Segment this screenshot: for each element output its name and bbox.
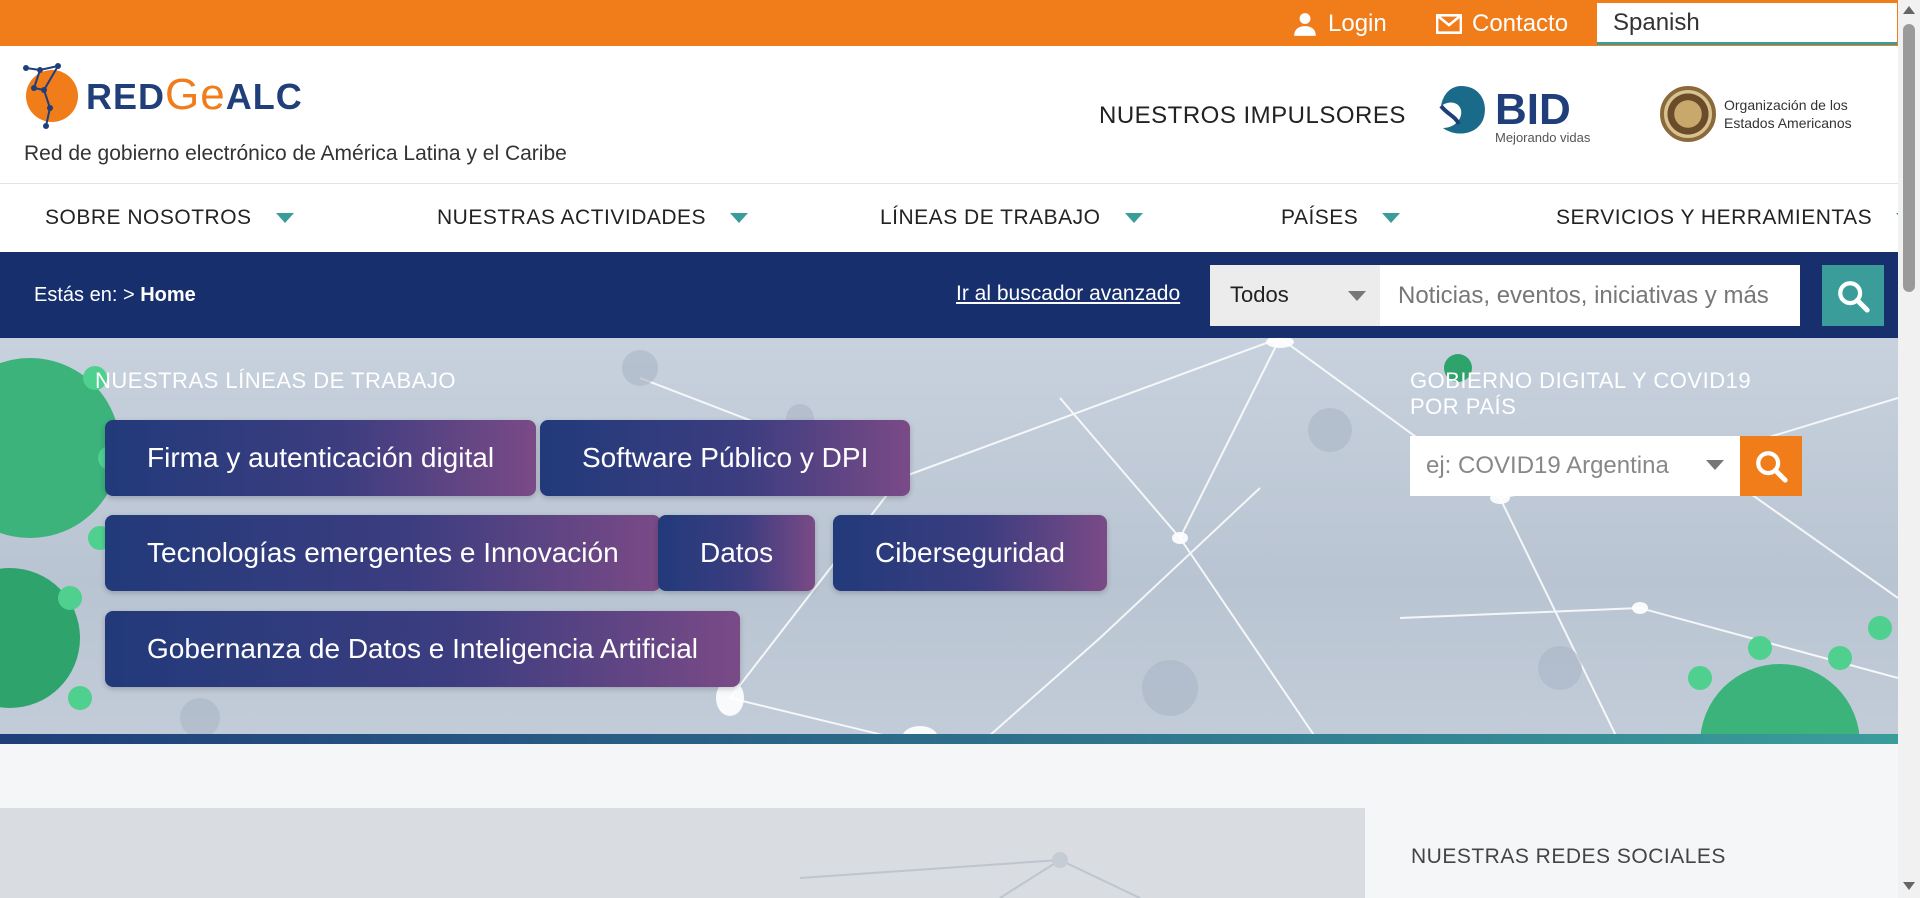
search-button[interactable] (1822, 265, 1884, 326)
chevron-down-icon (1706, 460, 1724, 470)
oea-seal-icon (1660, 86, 1716, 142)
bid-tagline: Mejorando vidas (1495, 130, 1591, 145)
hero-divider (0, 734, 1898, 744)
search-filter-select[interactable]: Todos (1210, 265, 1380, 326)
page-scrollbar[interactable] (1898, 0, 1920, 898)
breadcrumb-home[interactable]: Home (140, 284, 196, 306)
login-label: Login (1328, 10, 1387, 37)
scroll-up-arrow-icon[interactable] (1903, 6, 1915, 14)
impulsores-label: NUESTROS IMPULSORES (1099, 102, 1406, 129)
language-select[interactable]: Spanish (1597, 3, 1897, 45)
nav-nuestras-actividades[interactable]: NUESTRAS ACTIVIDADES (437, 206, 749, 230)
bid-wordmark: BID (1495, 85, 1571, 134)
virus-illustration-left (0, 358, 122, 710)
language-value: Spanish (1613, 9, 1700, 36)
nav-lineas-de-trabajo[interactable]: LÍNEAS DE TRABAJO (880, 206, 1143, 230)
login-link[interactable]: Login (1292, 8, 1387, 40)
linea-software-publico[interactable]: Software Público y DPI (540, 420, 911, 496)
linea-tecnologias-emergentes[interactable]: Tecnologías emergentes e Innovación (105, 515, 661, 591)
search-icon (1838, 280, 1870, 313)
oea-name: Organización de los Estados Americanos (1724, 97, 1852, 131)
logo-map-icon (23, 63, 78, 129)
covid-search-button[interactable] (1740, 436, 1802, 496)
breadcrumb: Estás en: > Home (34, 284, 196, 306)
main-nav: SOBRE NOSOTROS NUESTRAS ACTIVIDADES LÍNE… (0, 184, 1915, 252)
linea-datos[interactable]: Datos (658, 515, 816, 591)
lineas-de-trabajo-title: NUESTRAS LÍNEAS DE TRABAJO (95, 368, 457, 393)
linea-ciberseguridad[interactable]: Ciberseguridad (833, 515, 1107, 591)
advanced-search-link[interactable]: Ir al buscador avanzado (956, 282, 1180, 306)
covid-section-title: GOBIERNO DIGITAL Y COVID19 POR PAÍS (1410, 368, 1752, 419)
hero-section: NUESTRAS LÍNEAS DE TRABAJO Firma y auten… (0, 338, 1898, 744)
page: Login Contacto Spanish REDGeALC Red de g… (0, 0, 1920, 898)
redgealc-logo[interactable]: REDGeALC (22, 60, 303, 130)
network-background (799, 852, 1141, 898)
contacto-label: Contacto (1472, 10, 1569, 37)
nav-sobre-nosotros[interactable]: SOBRE NOSOTROS (45, 206, 294, 230)
covid-country-select[interactable]: ej: COVID19 Argentina (1410, 436, 1740, 496)
logo-wordmark: REDGeALC (86, 70, 303, 119)
featured-content-panel (0, 808, 1365, 898)
linea-gobernanza-datos-ia[interactable]: Gobernanza de Datos e Inteligencia Artif… (105, 611, 740, 687)
search-icon (1756, 451, 1788, 483)
nav-servicios-herramientas[interactable]: SERVICIOS Y HERRAMIENTAS (1556, 206, 1915, 230)
chevron-down-icon (730, 213, 749, 223)
scroll-thumb[interactable] (1903, 24, 1915, 292)
contacto-link[interactable]: Contacto (1436, 8, 1568, 40)
search-input[interactable] (1380, 265, 1800, 326)
nav-paises[interactable]: PAÍSES (1281, 206, 1401, 230)
chevron-down-icon (1382, 213, 1401, 223)
envelope-icon (1436, 14, 1462, 34)
user-icon (1294, 13, 1316, 36)
redes-sociales-title: NUESTRAS REDES SOCIALES (1411, 845, 1726, 868)
bid-emblem-icon (1439, 86, 1485, 134)
search-bar: Estás en: > Home Ir al buscador avanzado… (0, 252, 1898, 338)
site-header: REDGeALC Red de gobierno electrónico de … (0, 46, 1898, 184)
scroll-down-arrow-icon[interactable] (1903, 882, 1915, 890)
linea-firma-autenticacion[interactable]: Firma y autenticación digital (105, 420, 537, 496)
chevron-down-icon (1348, 291, 1366, 301)
bid-logo[interactable]: BID Mejorando vidas (1433, 84, 1590, 145)
chevron-down-icon (1124, 213, 1143, 223)
chevron-down-icon (275, 213, 294, 223)
oea-logo[interactable]: Organización de los Estados Americanos (1660, 86, 1852, 142)
site-tagline: Red de gobierno electrónico de América L… (24, 142, 567, 165)
